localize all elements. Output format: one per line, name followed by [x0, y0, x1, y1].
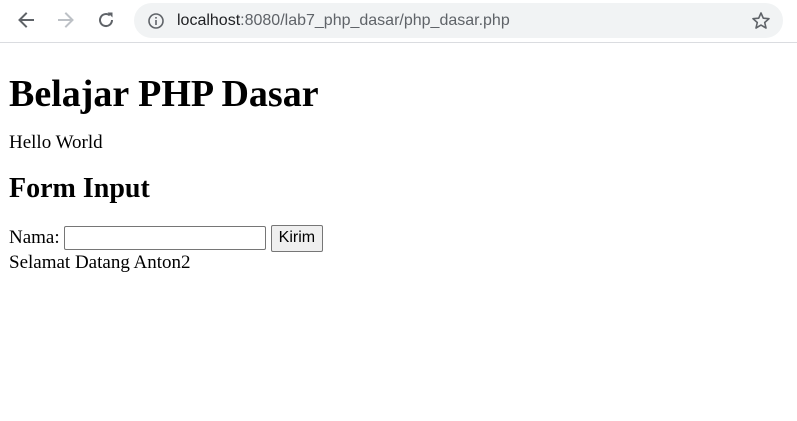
star-icon[interactable]: [751, 11, 771, 31]
url-path: :8080/lab7_php_dasar/php_dasar.php: [240, 12, 510, 29]
page-title: Belajar PHP Dasar: [9, 73, 319, 115]
address-bar[interactable]: localhost:8080/lab7_php_dasar/php_dasar.…: [134, 3, 783, 38]
page-content: Belajar PHP Dasar Hello World Form Input…: [9, 44, 324, 274]
arrow-right-icon: [58, 12, 74, 28]
form-heading: Form Input: [9, 173, 150, 204]
url-host: localhost: [177, 12, 241, 29]
name-label: Nama:: [9, 227, 60, 248]
url-text[interactable]: localhost:8080/lab7_php_dasar/php_dasar.…: [177, 3, 510, 38]
browser-toolbar: localhost:8080/lab7_php_dasar/php_dasar.…: [0, 0, 797, 43]
back-button[interactable]: [12, 6, 40, 34]
forward-button[interactable]: [52, 6, 80, 34]
name-input[interactable]: [63, 226, 266, 250]
info-icon[interactable]: [147, 12, 165, 30]
reload-icon: [99, 12, 114, 28]
name-form: Nama: Kirim: [9, 224, 324, 252]
arrow-left-icon: [18, 12, 34, 28]
reload-button[interactable]: [92, 6, 120, 34]
submit-button[interactable]: Kirim: [270, 224, 324, 252]
hello-text: Hello World: [9, 132, 103, 153]
greeting-text: Selamat Datang Anton2: [9, 252, 191, 273]
